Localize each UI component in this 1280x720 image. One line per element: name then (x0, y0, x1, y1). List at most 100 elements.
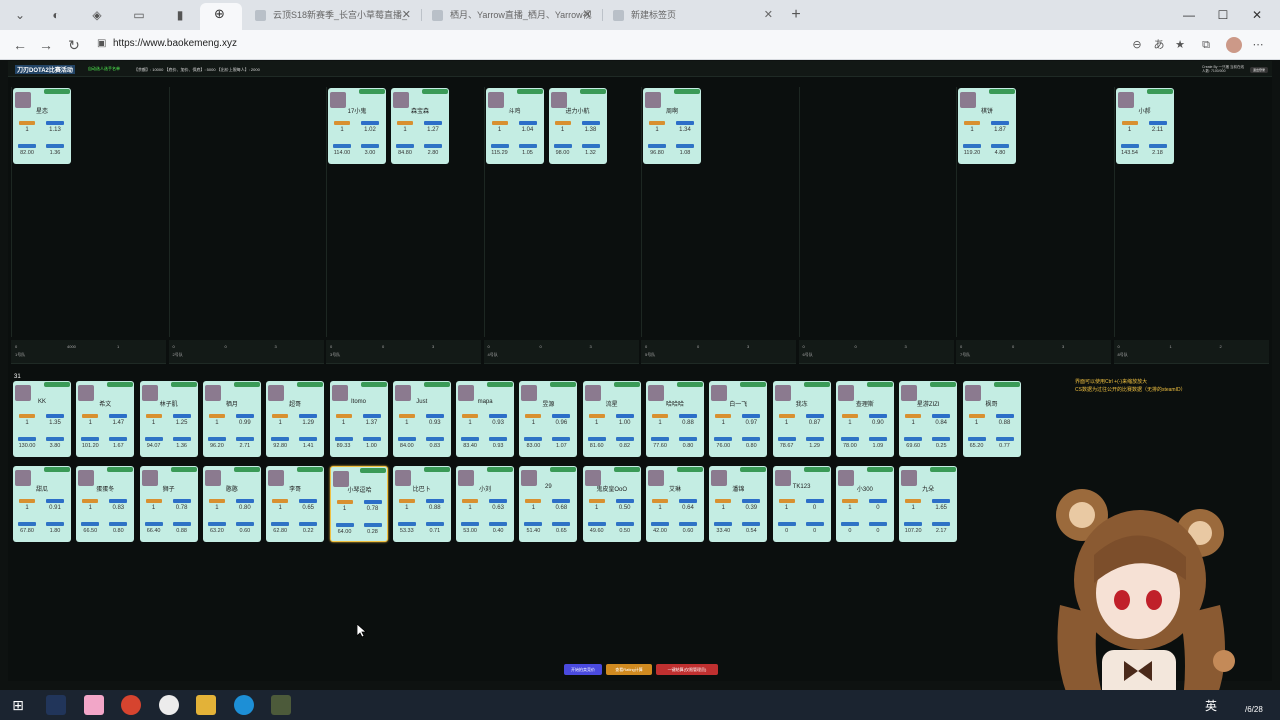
profile-avatar-icon[interactable] (1226, 37, 1242, 53)
player-card[interactable]: 枫哥 1 0.88 65.20 0.77 (962, 381, 1021, 457)
taskbar-app-icon[interactable] (271, 695, 291, 715)
pinned-tab-icon[interactable]: ▮ (169, 4, 191, 26)
player-card[interactable]: 查理斯 1 0.90 78.00 1.09 (835, 381, 894, 457)
rating-value: 0 (876, 505, 880, 511)
collections-icon[interactable]: ⧉ (1198, 37, 1214, 53)
windows-start-icon[interactable]: ⊞ (8, 695, 28, 715)
pinned-tab-icon[interactable]: ◈ (86, 4, 108, 26)
more-menu-icon[interactable]: ⋯ (1250, 37, 1266, 53)
rating-value: 0.87 (808, 420, 821, 426)
tab-2[interactable]: 栖月、Yarrow直播_栖月、Yarrow视 ✕ (422, 3, 600, 30)
team-stat: 3 (904, 344, 907, 349)
player-card[interactable]: 流星 1 1.00 81.60 0.82 (582, 381, 641, 457)
pinned-tab-icon[interactable]: ◐ (45, 4, 67, 26)
player-card[interactable]: 进力小航 1 1.38 98.00 1.32 (548, 88, 607, 164)
player-card[interactable]: 17小鬼 1 1.02 114.00 3.00 (328, 88, 386, 164)
rank-badge (613, 382, 640, 387)
favorite-star-icon[interactable]: ★ (1172, 37, 1188, 53)
translate-icon[interactable]: あ (1151, 37, 1167, 53)
value-number: 83.40 (463, 443, 477, 449)
player-card[interactable]: 白一飞 1 0.97 76.00 0.80 (709, 381, 768, 457)
url-input[interactable]: https://www.baokemeng.xyz (113, 38, 237, 49)
tab-favicon-icon (255, 10, 266, 21)
player-card[interactable]: TK123 1 0 0 0 (772, 466, 831, 542)
value-label-badge (207, 437, 226, 441)
player-card[interactable]: 希文 1 1.47 101.20 1.67 (76, 381, 135, 457)
site-info-icon[interactable]: ▣ (97, 38, 106, 49)
player-card[interactable]: 潘锦 1 0.39 33.40 0.54 (709, 466, 768, 542)
player-card[interactable]: mapa 1 0.93 83.40 0.93 (456, 381, 515, 457)
value-number: 98.00 (555, 150, 570, 156)
player-card[interactable]: 李哥 1 0.65 62.80 0.22 (266, 466, 325, 542)
maximize-icon[interactable]: ☐ (1206, 0, 1240, 30)
player-card[interactable]: 栖月 1 0.99 96.20 2.71 (202, 381, 261, 457)
gold-value: 1 (595, 505, 599, 511)
player-card[interactable]: Just 1 0.93 84.00 0.83 (392, 381, 451, 457)
team-stat: 3 (747, 344, 750, 349)
player-card[interactable]: 29 1 0.68 51.40 0.65 (519, 466, 578, 542)
player-card[interactable]: 小琴逗哈 1 0.78 64.00 0.28 (329, 466, 388, 542)
rating-label-badge (679, 414, 697, 418)
player-card[interactable]: 憨憨 1 0.80 63.20 0.60 (202, 466, 261, 542)
player-card[interactable]: 我冻 1 0.87 78.67 1.29 (772, 381, 831, 457)
zoom-icon[interactable]: ⊖ (1129, 37, 1145, 53)
player-card[interactable]: 九朵 1 1.65 107.20 2.17 (899, 466, 958, 542)
player-card[interactable]: 小300 1 0 0 0 (835, 466, 894, 542)
player-name: TK123 (792, 484, 811, 490)
avg-number: 0.65 (556, 528, 567, 534)
close-tab-icon[interactable]: ✕ (583, 3, 592, 28)
player-card[interactable]: 超哥 1 1.29 92.80 1.41 (266, 381, 325, 457)
taskbar-app-icon[interactable] (121, 695, 141, 715)
player-card[interactable]: 艾琳 1 0.64 42.00 0.60 (646, 466, 704, 542)
value-label-badge (397, 437, 416, 441)
gold-value: 1 (405, 505, 409, 511)
edge-browser-icon[interactable] (234, 695, 254, 715)
back-icon[interactable]: ← (10, 35, 30, 55)
rating-calc-button[interactable]: 查看Rating计算 (606, 664, 652, 675)
player-card[interactable]: 斗鸡 1 1.04 115.29 1.05 (485, 88, 544, 164)
gold-value: 1 (25, 127, 29, 133)
new-tab-button[interactable]: + (785, 4, 807, 26)
close-tab-icon[interactable]: ✕ (764, 3, 773, 28)
tab-1[interactable]: 云顶S18新赛季_长宫小草莓直播_ ✕ (245, 3, 419, 30)
start-auction-button[interactable]: 开始拍卖竞价 (564, 664, 602, 675)
taskbar-app-icon[interactable] (196, 695, 216, 715)
player-card[interactable]: 小郝 1 2.11 143.54 2.18 (1115, 88, 1174, 164)
close-tab-icon[interactable]: ✕ (402, 3, 411, 28)
rating-value: 0.65 (302, 505, 315, 511)
player-card[interactable]: 鬼皮皇OoO 1 0.50 49.60 0.50 (582, 466, 641, 542)
player-card[interactable]: 甜瓜 1 0.91 67.80 1.80 (13, 466, 71, 542)
player-card[interactable]: 比巴卜 1 0.88 53.33 0.71 (392, 466, 451, 542)
settle-button[interactable]: 一键结算(仅限管理员) (656, 664, 718, 675)
pinned-tab-icon[interactable]: ▭ (128, 4, 150, 26)
player-card[interactable]: 星恋 1 1.13 82.00 1.36 (13, 88, 71, 164)
player-card[interactable]: 星游ZIZI 1 0.84 69.60 0.25 (899, 381, 958, 457)
forward-icon[interactable]: → (36, 35, 56, 55)
close-window-icon[interactable]: ✕ (1240, 0, 1274, 30)
tab-3[interactable]: 新建标签页 ✕ (603, 3, 781, 30)
tab-actions-chevron-icon[interactable]: ⌄ (9, 4, 31, 26)
rating-label-badge (424, 121, 442, 125)
player-card[interactable]: Itomo 1 1.37 89.33 1.00 (329, 381, 388, 457)
player-card[interactable]: 狮子 1 0.78 66.40 0.88 (139, 466, 198, 542)
player-card[interactable]: 蛋蛋冬 1 0.83 66.50 0.80 (76, 466, 135, 542)
tab-active-globe[interactable]: ⊕ (200, 3, 242, 30)
logout-button[interactable]: 退出登录 (1250, 67, 1268, 73)
player-card[interactable]: 林子肌 1 1.25 94.07 1.36 (139, 381, 198, 457)
value-number: 143.54 (1121, 150, 1138, 156)
taskbar-app-icon[interactable] (159, 695, 179, 715)
player-card[interactable]: 昱源 1 0.96 83.00 1.07 (519, 381, 578, 457)
player-name: 星游ZIZI (916, 402, 940, 408)
player-card[interactable]: 哈哈哈 1 0.88 77.60 0.80 (646, 381, 704, 457)
reload-icon[interactable]: ↻ (64, 35, 84, 55)
input-language-indicator[interactable]: 英 (1205, 697, 1217, 714)
taskbar-app-icon[interactable] (84, 695, 104, 715)
player-card[interactable]: 森宝森 1 1.27 84.80 2.80 (391, 88, 449, 164)
player-card[interactable]: 棋饼 1 1.87 119.20 4.80 (958, 88, 1016, 164)
avg-label-badge (676, 144, 694, 148)
taskbar-app-icon[interactable] (46, 695, 66, 715)
minimize-icon[interactable]: — (1172, 0, 1206, 30)
player-card[interactable]: KK 1 1.35 130.00 3.80 (13, 381, 71, 457)
player-card[interactable]: 小刘 1 0.63 53.00 0.40 (456, 466, 515, 542)
player-card[interactable]: 周啊 1 1.34 96.80 1.08 (643, 88, 701, 164)
